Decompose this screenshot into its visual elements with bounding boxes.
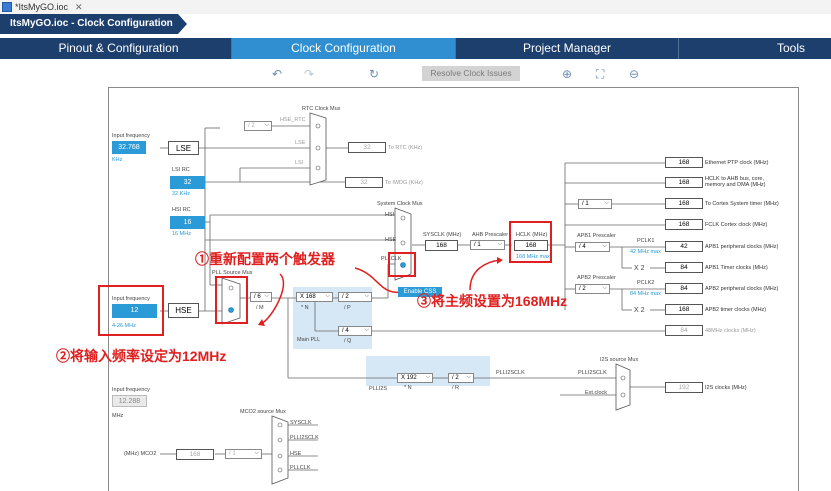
output-value: 168 — [665, 219, 703, 230]
mco2-sysclk-input: SYSCLK — [290, 420, 312, 426]
output-value: 168 — [665, 304, 703, 315]
hsi-rc-label: HSI RC — [172, 207, 191, 213]
i2s-clock-label: I2S clocks (MHz) — [705, 385, 747, 391]
plli2s-n-multiplier[interactable]: X 192 — [397, 373, 433, 383]
annotation-step-3: ③将主频设置为168MHz — [417, 293, 568, 309]
pll-p-divider[interactable]: / 2 — [338, 292, 372, 302]
ahb-prescaler-label: AHB Prescaler — [472, 232, 509, 238]
ext-input-frequency-label: Input frequency — [112, 387, 150, 393]
apb2-prescaler-label: APB2 Prescaler — [577, 275, 616, 281]
mco2-label: (MHz) MCO2 — [124, 451, 157, 457]
mco2-divider[interactable]: / 1 — [225, 449, 262, 459]
hse-rtc-label: HSE_RTC — [280, 117, 306, 123]
apb2-prescaler-select[interactable]: / 2 — [575, 284, 610, 294]
mco2-plli2sclk-input: PLLI2SCLK — [290, 435, 319, 441]
sys-mux-hse: HSE — [385, 237, 397, 243]
to-iwdg-label: To IWDG (KHz) — [385, 180, 423, 186]
hse-block[interactable]: HSE — [168, 303, 199, 318]
output-value: 168 — [665, 157, 703, 168]
output-value: 84 — [665, 325, 703, 336]
output-label: 48MHz clocks (MHz) — [705, 328, 756, 334]
main-pll-label: Main PLL — [297, 337, 321, 343]
output-value: 168 — [665, 198, 703, 209]
to-iwdg-value: 32 — [345, 177, 383, 188]
pll-m-label: / M — [256, 305, 264, 311]
mco2-source-mux-label: MCO2 source Mux — [240, 409, 286, 415]
mco2-value: 168 — [176, 449, 214, 460]
pclk1-label: PCLK1 — [637, 238, 655, 244]
output-label: APB2 timer clocks (MHz) — [705, 307, 767, 313]
sys-mux-hsi: HSI — [385, 212, 395, 218]
pclk2-label: PCLK2 — [637, 280, 655, 286]
lsi-unit: 32 KHz — [172, 191, 191, 197]
annotation-step-2: ②将输入频率设定为12MHz — [56, 348, 227, 364]
plli2s-r-divider[interactable]: / 2 — [448, 373, 474, 383]
pll-m-divider[interactable]: / 6 — [250, 292, 272, 302]
apb1-prescaler-label: APB1 Prescaler — [577, 233, 616, 239]
rtc-lsi-input: LSI — [295, 160, 304, 166]
mco2-hse-input: HSE — [290, 451, 302, 457]
hsi-frequency-field: 16 — [170, 216, 205, 229]
pll-n-multiplier[interactable]: X 168 — [296, 292, 333, 302]
output-label: APB1 Timer clocks (MHz) — [705, 265, 768, 271]
output-label: Ethernet PTP clock (MHz) — [705, 160, 769, 166]
lse-frequency-field[interactable]: 32.768 — [112, 141, 146, 154]
highlight-pll-source-mux — [215, 276, 248, 324]
pclk1-max: 42 MHz max — [630, 249, 661, 255]
output-value: 84 — [665, 283, 703, 294]
apb1-prescaler-select[interactable]: / 4 — [575, 242, 610, 252]
input-frequency-label: Input frequency — [112, 133, 150, 139]
mco2-pllclk-input: PLLCLK — [290, 465, 311, 471]
pll-q-divider[interactable]: / 4 — [338, 326, 372, 336]
annotation-step-1: ①重新配置两个触发器 — [195, 251, 335, 267]
pll-p-label: / P — [344, 305, 351, 311]
lse-block[interactable]: LSE — [168, 141, 199, 155]
ext-clock-unit: MHz — [112, 413, 124, 419]
ext-clock-frequency-field[interactable]: 12.288 — [112, 395, 147, 407]
highlight-hse-input — [98, 285, 164, 336]
sysclk-label: SYSCLK (MHz) — [423, 232, 462, 238]
to-rtc-label: To RTC (KHz) — [388, 145, 423, 151]
i2s-plli2sclk-input: PLLI2SCLK — [578, 370, 607, 376]
lse-unit: KHz — [112, 157, 123, 163]
to-rtc-value: 32 — [348, 142, 386, 153]
cortex-timer-divider[interactable]: / 1 — [578, 199, 612, 209]
pclk2-max: 84 MHz max — [630, 291, 661, 297]
sysclk-value: 168 — [425, 240, 458, 251]
hsi-unit: 16 MHz — [172, 231, 191, 237]
output-value: 168 — [665, 177, 703, 188]
ahb-prescaler-select[interactable]: / 1 — [470, 240, 505, 250]
i2s-clock-value: 192 — [665, 382, 703, 393]
highlight-hclk — [509, 221, 552, 263]
i2s-source-mux-label: I2S source Mux — [600, 357, 639, 363]
output-value: 84 — [665, 262, 703, 273]
rtc-mux-label: RTC Clock Mux — [302, 106, 341, 112]
hse-rtc-divider[interactable]: / 2 — [244, 121, 272, 131]
pll-q-label: / Q — [344, 338, 352, 344]
rtc-lse-input: LSE — [295, 140, 306, 146]
pll-n-label: * N — [301, 305, 309, 311]
apb2-timer-multiplier: X 2 — [634, 307, 645, 314]
plli2s-r-label: / R — [452, 385, 460, 391]
plli2sclk-label: PLLI2SCLK — [496, 370, 525, 376]
output-label: HCLK to AHB bus, core, memory and DMA (M… — [705, 176, 766, 188]
output-label: To Cortex System timer (MHz) — [705, 201, 779, 207]
output-label: APB1 peripheral clocks (MHz) — [705, 244, 779, 250]
lsi-rc-label: LSI RC — [172, 167, 190, 173]
plli2s-n-label: * N — [404, 385, 412, 391]
highlight-system-clock-mux — [388, 252, 416, 277]
output-label: FCLK Cortex clock (MHz) — [705, 222, 768, 228]
output-value: 42 — [665, 241, 703, 252]
lsi-frequency-field: 32 — [170, 176, 205, 189]
plli2s-label: PLLI2S — [369, 386, 388, 392]
ext-clock-label: Ext.clock — [585, 390, 608, 396]
output-label: APB2 peripheral clocks (MHz) — [705, 286, 779, 292]
apb1-timer-multiplier: X 2 — [634, 265, 645, 272]
system-clock-mux-label: System Clock Mux — [377, 201, 423, 207]
